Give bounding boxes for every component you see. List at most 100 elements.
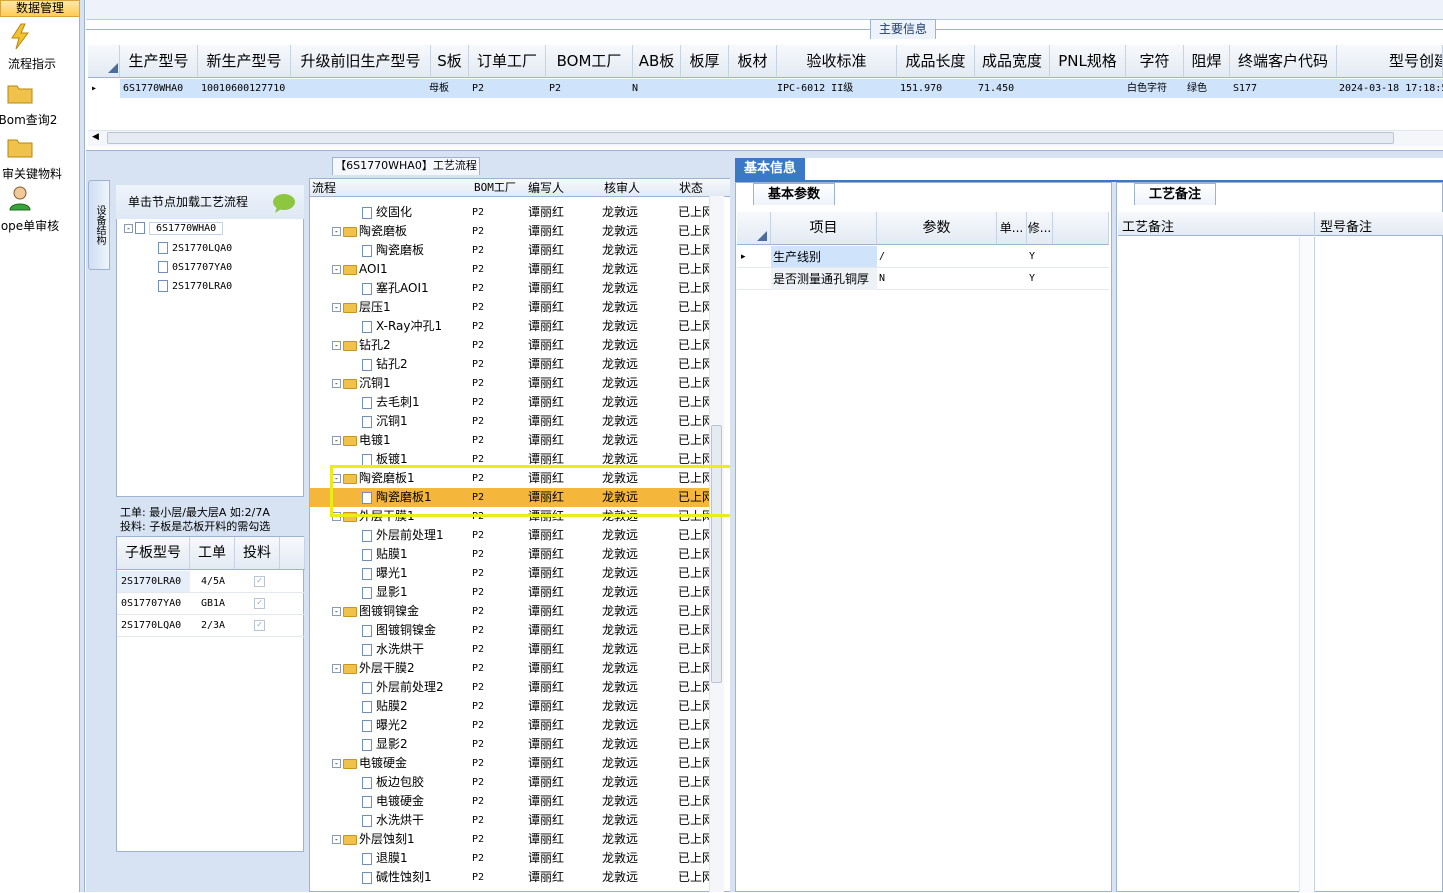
flow-row[interactable]: 贴膜1 P2 谭丽红 龙敦远 已上网	[310, 545, 710, 564]
flow-row[interactable]: 水洗烘干 P2 谭丽红 龙敦远 已上网	[310, 811, 710, 830]
checkbox[interactable]: ✓	[254, 598, 265, 609]
table-row[interactable]: 是否测量通孔铜厚 N Y	[737, 268, 1109, 290]
flow-row[interactable]: 板边包胶 P2 谭丽红 龙敦远 已上网	[310, 773, 710, 792]
col-header[interactable]: 编写人	[528, 179, 564, 197]
col-header[interactable]: 工单	[190, 537, 235, 570]
col-header[interactable]: 生产型号	[120, 45, 198, 78]
scroll-left-icon[interactable]: ◀	[92, 132, 99, 142]
col-header[interactable]: 板材	[729, 45, 777, 78]
col-header[interactable]: 订单工厂	[469, 45, 546, 78]
collapse-icon[interactable]: -	[332, 227, 341, 236]
collapse-icon[interactable]: -	[332, 664, 341, 673]
col-header[interactable]: 投料	[235, 537, 280, 570]
table-row[interactable]: ▸ 6S1770WHA0 10010600127710 母板 P2 P2 N I…	[88, 79, 1443, 98]
tab-craft-note[interactable]: 工艺备注	[1134, 183, 1216, 205]
col-header[interactable]: 升级前旧生产型号	[291, 45, 431, 78]
nav-splitter[interactable]	[80, 0, 85, 892]
scroll-thumb[interactable]	[107, 132, 1394, 144]
collapse-icon[interactable]: -	[332, 759, 341, 768]
flow-row[interactable]: - 电镀硬金 P2 谭丽红 龙敦远 已上网	[310, 754, 710, 773]
horizontal-splitter[interactable]	[86, 150, 1443, 158]
table-row[interactable]: 2S1770LQA0 2/3A ✓	[117, 615, 305, 637]
collapse-icon[interactable]: -	[124, 223, 133, 233]
col-header[interactable]: 字符	[1126, 45, 1184, 78]
side-tab-structure[interactable]: 设备结构	[88, 180, 110, 270]
table-row[interactable]: 0S17707YA0 GB1A ✓	[117, 593, 305, 615]
col-header[interactable]: 成品宽度	[975, 45, 1050, 78]
flow-row[interactable]: 显影2 P2 谭丽红 龙敦远 已上网	[310, 735, 710, 754]
col-header[interactable]: 终端客户代码	[1230, 45, 1337, 78]
flow-row[interactable]: 外层前处理2 P2 谭丽红 龙敦远 已上网	[310, 678, 710, 697]
flow-row[interactable]: 图镀铜镍金 P2 谭丽红 龙敦远 已上网	[310, 621, 710, 640]
checkbox[interactable]: ✓	[254, 576, 265, 587]
flow-row[interactable]: 显影1 P2 谭丽红 龙敦远 已上网	[310, 583, 710, 602]
col-header[interactable]: 成品长度	[897, 45, 975, 78]
nav-item-bom[interactable]: Bom查询2	[0, 78, 68, 128]
tree-node[interactable]: 2S1770LRA0	[158, 280, 232, 292]
flow-row[interactable]: - 外层蚀刻1 P2 谭丽红 龙敦远 已上网	[310, 830, 710, 849]
col-header[interactable]: 验收标准	[777, 45, 897, 78]
flow-row[interactable]: X-Ray冲孔1 P2 谭丽红 龙敦远 已上网	[310, 317, 710, 336]
col-header[interactable]: 单...	[997, 212, 1027, 245]
col-header[interactable]: AB板	[633, 45, 681, 78]
flow-row[interactable]: - 沉铜1 P2 谭丽红 龙敦远 已上网	[310, 374, 710, 393]
flow-row[interactable]: 退膜1 P2 谭丽红 龙敦远 已上网	[310, 849, 710, 868]
col-header[interactable]: 工艺备注	[1122, 216, 1174, 235]
table-row[interactable]: 2S1770LRA0 4/5A ✓	[117, 571, 305, 593]
flow-row[interactable]: - 陶瓷磨板 P2 谭丽红 龙敦远 已上网	[310, 222, 710, 241]
col-header[interactable]: 型号备注	[1320, 216, 1372, 235]
flow-row[interactable]: - AOI1 P2 谭丽红 龙敦远 已上网	[310, 260, 710, 279]
nav-header[interactable]: 数据管理	[0, 0, 80, 17]
nav-item-review[interactable]: ope单审核	[0, 184, 70, 234]
collapse-icon[interactable]: -	[332, 341, 341, 350]
collapse-icon[interactable]: -	[332, 835, 341, 844]
col-header[interactable]: 型号创建	[1337, 45, 1443, 78]
table-row[interactable]: ▸ 生产线别 / Y	[737, 246, 1109, 268]
flow-row[interactable]: - 钻孔2 P2 谭丽红 龙敦远 已上网	[310, 336, 710, 355]
flow-row[interactable]: 陶瓷磨板 P2 谭丽红 龙敦远 已上网	[310, 241, 710, 260]
flow-row[interactable]: 电镀硬金 P2 谭丽红 龙敦远 已上网	[310, 792, 710, 811]
flow-row[interactable]: 水洗烘干 P2 谭丽红 龙敦远 已上网	[310, 640, 710, 659]
flow-row[interactable]: 碱性蚀刻1 P2 谭丽红 龙敦远 已上网	[310, 868, 710, 887]
col-header[interactable]: BOM工厂	[546, 45, 633, 78]
tree-root[interactable]: - 6S1770WHA0	[124, 222, 224, 235]
flow-row[interactable]: 贴膜2 P2 谭丽红 龙敦远 已上网	[310, 697, 710, 716]
col-header[interactable]: 状态	[679, 179, 703, 197]
tab-basic-info[interactable]: 基本信息	[735, 158, 805, 180]
checkbox[interactable]: ✓	[254, 620, 265, 631]
flow-row[interactable]: 绞固化 P2 谭丽红 龙敦远 已上网	[310, 203, 710, 222]
col-header[interactable]: S板	[431, 45, 469, 78]
col-header[interactable]: 项目	[771, 212, 877, 245]
flow-row[interactable]: 曝光2 P2 谭丽红 龙敦远 已上网	[310, 716, 710, 735]
tree-node[interactable]: 2S1770LQA0	[158, 242, 232, 254]
col-header[interactable]: 修...	[1027, 212, 1053, 245]
tab-basic-params[interactable]: 基本参数	[753, 183, 835, 205]
flow-row[interactable]: 钻孔2 P2 谭丽红 龙敦远 已上网	[310, 355, 710, 374]
col-header[interactable]: 板厚	[681, 45, 729, 78]
col-header[interactable]: PNL规格	[1050, 45, 1126, 78]
flow-row[interactable]: - 电镀1 P2 谭丽红 龙敦远 已上网	[310, 431, 710, 450]
collapse-icon[interactable]: -	[332, 436, 341, 445]
col-header[interactable]: BOM工厂	[474, 179, 516, 197]
flow-row[interactable]: 曝光1 P2 谭丽红 龙敦远 已上网	[310, 564, 710, 583]
col-header[interactable]: 新生产型号	[198, 45, 291, 78]
scroll-thumb[interactable]	[711, 425, 722, 683]
flow-row[interactable]: 外层前处理1 P2 谭丽红 龙敦远 已上网	[310, 526, 710, 545]
collapse-icon[interactable]: -	[332, 607, 341, 616]
flow-row[interactable]: 沉铜1 P2 谭丽红 龙敦远 已上网	[310, 412, 710, 431]
flow-row[interactable]: - 层压1 P2 谭丽红 龙敦远 已上网	[310, 298, 710, 317]
flow-row[interactable]: - 图镀铜镍金 P2 谭丽红 龙敦远 已上网	[310, 602, 710, 621]
col-header[interactable]: 流程	[312, 179, 336, 197]
collapse-icon[interactable]: -	[332, 379, 341, 388]
col-header[interactable]: 核审人	[604, 179, 640, 197]
flow-row[interactable]: 塞孔AOI1 P2 谭丽红 龙敦远 已上网	[310, 279, 710, 298]
nav-item-flow[interactable]: 流程指示	[0, 22, 72, 72]
collapse-icon[interactable]: -	[332, 303, 341, 312]
col-header[interactable]: 参数	[877, 212, 997, 245]
flow-row[interactable]: 去毛刺1 P2 谭丽红 龙敦远 已上网	[310, 393, 710, 412]
col-header[interactable]: 子板型号	[117, 537, 190, 570]
flow-row[interactable]: - 外层干膜2 P2 谭丽红 龙敦远 已上网	[310, 659, 710, 678]
tree-node[interactable]: 0S17707YA0	[158, 261, 232, 273]
col-header[interactable]: 阻焊	[1184, 45, 1230, 78]
collapse-icon[interactable]: -	[332, 265, 341, 274]
